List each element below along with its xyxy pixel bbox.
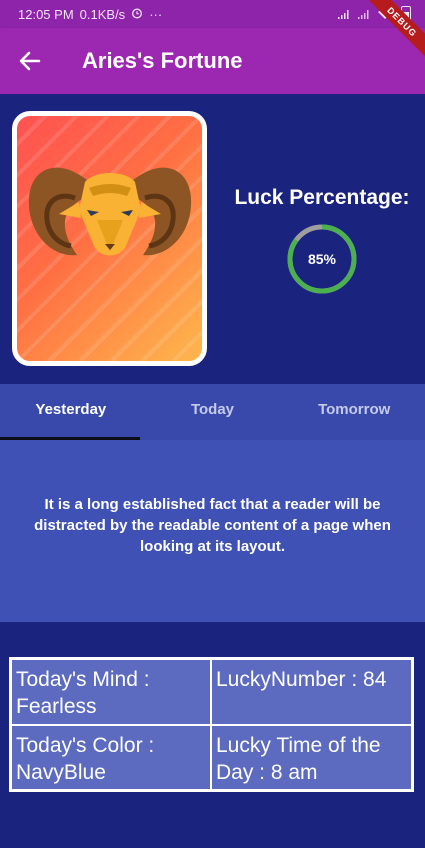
page-title: Aries's Fortune	[82, 48, 243, 73]
status-time: 12:05 PM	[18, 6, 74, 22]
luck-percentage-label: Luck Percentage:	[234, 186, 410, 209]
status-bar: 12:05 PM 0.1KB/s ···	[0, 0, 425, 28]
app-bar: Aries's Fortune	[0, 28, 425, 94]
fortune-description: It is a long established fact that a rea…	[34, 495, 391, 555]
zodiac-card	[12, 111, 207, 366]
status-left: 12:05 PM 0.1KB/s ···	[18, 7, 162, 22]
tab-tomorrow[interactable]: Tomorrow	[283, 384, 425, 440]
lucky-time-cell: Lucky Time of the Day : 8 am	[211, 724, 412, 790]
alarm-icon	[131, 7, 143, 22]
luck-percentage-value: 85%	[307, 251, 337, 267]
lucky-number-cell: LuckyNumber : 84	[211, 659, 412, 725]
hero-section: Luck Percentage: 85%	[0, 94, 425, 384]
todays-color-cell: Today's Color : NavyBlue	[11, 724, 211, 790]
back-button[interactable]	[0, 28, 60, 94]
debug-banner: DEBUG	[365, 0, 425, 60]
arrow-back-icon	[19, 51, 41, 71]
signal-icon	[338, 9, 349, 19]
debug-banner-clip: DEBUG	[365, 0, 425, 60]
fortune-info-table: Today's Mind : Fearless LuckyNumber : 84…	[9, 657, 414, 792]
todays-mind-cell: Today's Mind : Fearless	[11, 659, 211, 725]
status-dots: ···	[149, 6, 163, 22]
fortune-description-panel: It is a long established fact that a rea…	[0, 440, 425, 622]
luck-progress-ring: 85%	[285, 222, 359, 296]
day-tabs: Yesterday Today Tomorrow	[0, 384, 425, 440]
tab-today[interactable]: Today	[142, 384, 284, 440]
tab-yesterday[interactable]: Yesterday	[0, 384, 142, 440]
aries-ram-icon	[28, 167, 192, 256]
luck-block: Luck Percentage: 85%	[222, 186, 422, 296]
status-speed: 0.1KB/s	[79, 6, 126, 22]
